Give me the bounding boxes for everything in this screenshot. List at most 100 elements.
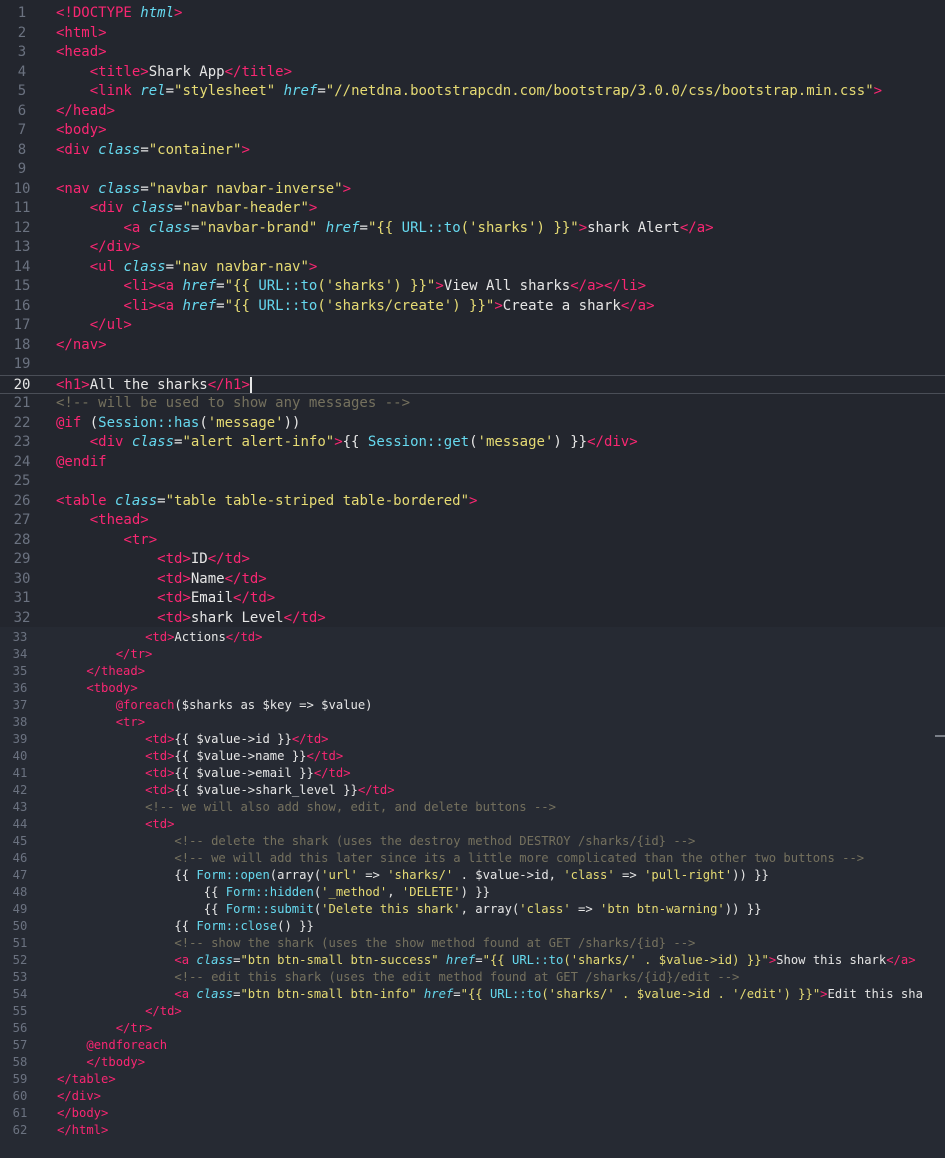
code-line[interactable]: 38 <tr> (0, 714, 945, 731)
code-token: <a (174, 987, 197, 1001)
code-token: <a (174, 953, 197, 967)
code-line[interactable]: 18 </nav> (0, 336, 945, 356)
code-token: > (308, 258, 318, 275)
code-line[interactable]: 32 <td>shark Level</td> (0, 609, 945, 628)
code-line[interactable]: 53 <!-- edit this shark (uses the edit m… (0, 969, 945, 986)
code-editor[interactable]: 1 <!DOCTYPE html> 2 <html> 3 <head> 4 <title>S… (0, 0, 945, 1158)
code-token: (array( (269, 868, 322, 882)
code-line[interactable]: 3 <head> (0, 43, 945, 63)
line-number: 27 (13, 512, 31, 528)
code-line[interactable]: 45 <!-- delete the shark (uses the destr… (0, 833, 945, 850)
code-line[interactable]: 15 <li><a href="{{ URL::to('sharks') }}"… (0, 277, 945, 297)
code-line[interactable]: 56 </tr> (0, 1020, 945, 1037)
code-line[interactable]: 8 <div class="container"> (0, 141, 945, 161)
code-line[interactable]: 46 <!-- we will add this later since its… (0, 850, 945, 867)
code-line[interactable]: 51 <!-- show the shark (uses the show me… (0, 935, 945, 952)
code-text: </tr> (57, 646, 153, 663)
code-line[interactable]: 21 <!-- will be used to show any messages… (0, 394, 945, 414)
code-line[interactable]: 29 <td>ID</td> (0, 550, 945, 570)
code-line[interactable]: 57 @endforeach (0, 1037, 945, 1054)
code-line[interactable]: 14 <ul class="nav navbar-nav"> (0, 258, 945, 278)
code-line[interactable]: 62 </html> (0, 1122, 945, 1139)
code-line[interactable]: 10 <nav class="navbar navbar-inverse"> (0, 180, 945, 200)
code-line[interactable]: 43 <!-- we will also add show, edit, and… (0, 799, 945, 816)
code-text: <a class="btn btn-small btn-info" href="… (57, 986, 923, 1003)
code-line[interactable]: 6 </head> (0, 102, 945, 122)
code-text: <td>{{ $value->name }}</td> (57, 748, 343, 765)
code-line[interactable]: 4 <title>Shark App</title> (0, 63, 945, 83)
code-line[interactable]: 47 {{ Form::open(array('url' => 'sharks/… (0, 867, 945, 884)
code-line[interactable]: 59 </table> (0, 1071, 945, 1088)
code-token: , array( (460, 902, 520, 916)
code-line[interactable]: 13 </div> (0, 238, 945, 258)
code-line[interactable]: 42 <td>{{ $value->shark_level }}</td> (0, 782, 945, 799)
code-line[interactable]: 22 @if (Session::has('message')) (0, 414, 945, 434)
line-number: 45 (12, 834, 28, 848)
code-line[interactable]: 1 <!DOCTYPE html> (0, 4, 945, 24)
code-line[interactable]: 48 {{ Form::hidden('_method', 'DELETE') … (0, 884, 945, 901)
code-token: "alert alert-info" (182, 434, 335, 450)
code-line[interactable]: 52 <a class = "btn btn-small btn-success" … (0, 952, 945, 969)
code-line[interactable]: 20 <h1>All the sharks</h1> (0, 374, 945, 394)
code-line[interactable]: 34 </tr> (0, 646, 945, 663)
code-line[interactable]: 35 </thead> (0, 663, 945, 680)
code-line[interactable]: 50 {{ Form::close() }} (0, 918, 945, 935)
code-line[interactable]: 44 <td> (0, 816, 945, 833)
code-token: . $value->id, (453, 868, 564, 882)
code-line[interactable]: 7 <body> (0, 121, 945, 141)
line-number: 8 (17, 141, 27, 158)
code-line[interactable]: 25 (0, 472, 945, 492)
code-token: = (165, 258, 175, 275)
code-token: > (174, 5, 183, 21)
code-line[interactable]: 5 <link rel="stylesheet" href="//netdna.… (0, 82, 945, 102)
code-token: <td> (145, 630, 175, 644)
code-line[interactable]: 28 <tr> (0, 531, 945, 551)
code-line[interactable]: 36 <tbody> (0, 680, 945, 697)
code-line[interactable]: 16 <li><a href="{{ URL::to('sharks/creat… (0, 297, 945, 317)
code-line[interactable]: 37 @foreach($sharks as $key => $value) (0, 697, 945, 714)
code-line[interactable]: 60 </div> (0, 1088, 945, 1105)
line-number: 42 (12, 783, 28, 797)
code-line[interactable]: 2 <html> (0, 24, 945, 44)
code-line[interactable]: 41 <td>{{ $value->email }}</td> (0, 765, 945, 782)
code-line[interactable]: 24 @endif (0, 453, 945, 473)
code-token: = (453, 987, 461, 1001)
scrollbar-marker[interactable] (935, 735, 945, 737)
code-line[interactable]: 27 <thead> (0, 511, 945, 531)
code-line[interactable]: 26 <table class="table table-striped tabl… (0, 492, 945, 512)
code-token: URL::to (258, 297, 318, 314)
editor-pane-bottom[interactable]: 33 <td>Actions</td> 34 </tr> 35 </thead> 36… (0, 627, 945, 1158)
line-number: 34 (12, 647, 28, 661)
code-line[interactable]: 49 {{ Form::submit('Delete this shark', … (0, 901, 945, 918)
code-line[interactable]: 23 <div class="alert alert-info">{{ Sess… (0, 433, 945, 453)
code-line[interactable]: 19 (0, 355, 945, 375)
code-token: class (115, 492, 158, 509)
code-line[interactable]: 31 <td>Email</td> (0, 589, 945, 609)
code-line[interactable]: 12 <a class="navbar-brand" href="{{ URL:… (0, 219, 945, 239)
editor-pane-top[interactable]: 1 <!DOCTYPE html> 2 <html> 3 <head> 4 <title>S… (0, 0, 945, 627)
code-text: <td>Email</td> (56, 589, 275, 609)
code-token: Form::open (196, 868, 270, 882)
code-line[interactable]: 55 </td> (0, 1003, 945, 1020)
code-line[interactable]: 33 <td>Actions</td> (0, 629, 945, 646)
code-text: <td>{{ $value->shark_level }}</td> (57, 782, 394, 799)
code-token: ( (469, 434, 478, 450)
code-line[interactable]: 9 (0, 160, 945, 180)
code-line[interactable]: 40 <td>{{ $value->name }}</td> (0, 748, 945, 765)
code-line[interactable]: 17 </ul> (0, 316, 945, 336)
code-line[interactable]: 54 <a class = "btn btn-small btn-info" hre… (0, 986, 945, 1003)
code-line[interactable]: 30 <td>Name</td> (0, 570, 945, 590)
line-number: 13 (13, 239, 31, 255)
code-line[interactable]: 11 <div class="navbar-header"> (0, 199, 945, 219)
line-number: 48 (12, 885, 28, 899)
code-token: class (196, 953, 234, 967)
code-line[interactable]: 39 <td>{{ $value->id }}</td> (0, 731, 945, 748)
code-line[interactable]: 58 </tbody> (0, 1054, 945, 1071)
code-line[interactable]: 61 </body> (0, 1105, 945, 1122)
